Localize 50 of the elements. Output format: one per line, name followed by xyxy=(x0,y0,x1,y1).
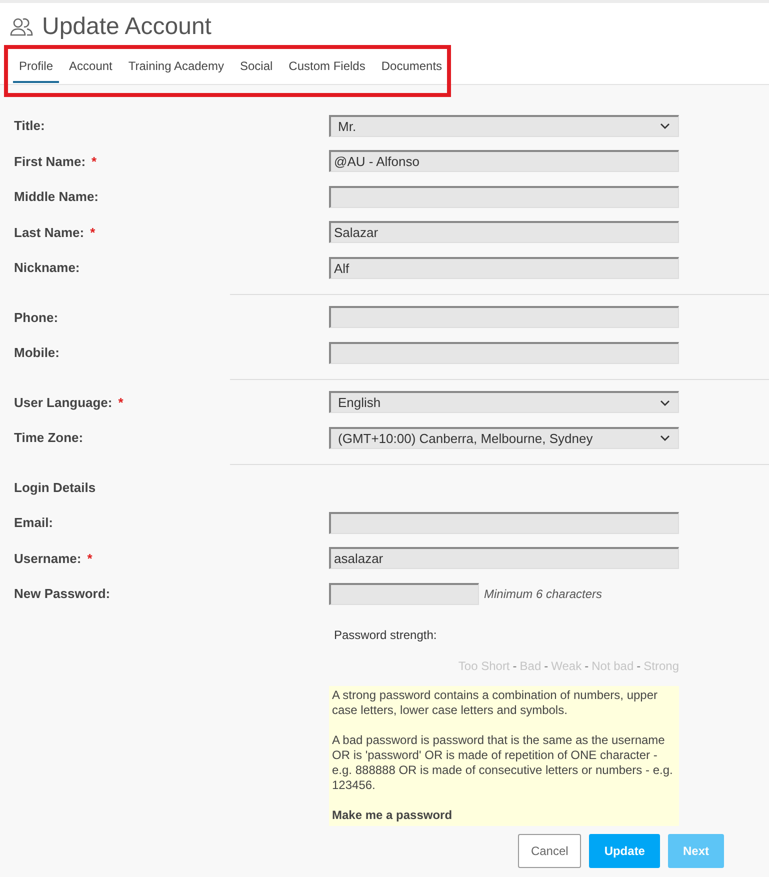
chevron-down-icon xyxy=(660,435,670,442)
users-icon xyxy=(10,17,34,37)
tab[interactable]: Training Academy xyxy=(122,49,230,83)
field-label: Username: xyxy=(14,550,82,566)
info-paragraph: A bad password is password that is the same as the username OR is 'password' OR is made of repetition of ONE character - e.g. 888888 OR is made of consecutive letters or numbers - e.g. 123456. xyxy=(332,732,674,792)
required-mark: * xyxy=(92,154,97,169)
tab[interactable]: Profile xyxy=(13,49,60,83)
strength-label: Password strength: xyxy=(334,628,438,642)
required-mark: * xyxy=(118,394,124,410)
separator-text: - xyxy=(544,658,548,672)
field-label: Middle Name: xyxy=(14,189,99,204)
info-paragraph: A strong password contains a combination of numbers, upper case letters, lower case letters and symbols. xyxy=(332,688,659,718)
required-mark: * xyxy=(90,224,96,240)
input-field[interactable]: Salazar xyxy=(329,221,679,244)
field-label: Nickname: xyxy=(14,260,80,276)
tab[interactable]: Social xyxy=(234,49,279,83)
field-label: Email: xyxy=(14,515,54,530)
hint-text: Minimum 6 characters xyxy=(484,586,602,601)
input-field[interactable]: Alf xyxy=(329,256,679,279)
field-label: Phone: xyxy=(14,310,58,325)
separator-text: - xyxy=(512,658,517,672)
input-field[interactable]: asalazar xyxy=(329,547,679,570)
field-label: Title: xyxy=(14,118,45,134)
field-label: Time Zone: xyxy=(14,430,84,446)
generate-password-link[interactable]: Make me a password xyxy=(332,808,452,822)
separator-text: - xyxy=(584,658,589,672)
field-label: Last Name: xyxy=(14,224,84,240)
field-label: First Name: xyxy=(14,154,86,169)
page-title: Update Account xyxy=(42,13,212,41)
section-heading: Login Details xyxy=(14,480,96,495)
chevron-down-icon xyxy=(660,400,670,406)
input-field[interactable] xyxy=(329,306,679,328)
chevron-down-icon xyxy=(660,123,670,130)
separator-text: - xyxy=(636,658,641,672)
field-label: Mobile: xyxy=(14,345,60,360)
input-field[interactable]: @AU - Alfonso xyxy=(329,150,679,172)
field-label: New Password: xyxy=(14,586,110,602)
tab[interactable]: Account xyxy=(63,49,118,83)
tab[interactable]: Documents xyxy=(375,49,448,83)
cancel-button[interactable]: Cancel xyxy=(518,834,582,868)
field-label: User Language: xyxy=(14,394,112,410)
select-field[interactable]: Mr. xyxy=(329,114,679,137)
input-field[interactable] xyxy=(329,186,679,208)
password-field[interactable] xyxy=(329,582,479,605)
input-field[interactable] xyxy=(329,342,679,364)
select-field[interactable]: English xyxy=(329,391,679,414)
select-field[interactable]: (GMT+10:00) Canberra, Melbourne, Sydney xyxy=(329,426,679,449)
tab[interactable]: Custom Fields xyxy=(282,49,372,83)
input-field[interactable] xyxy=(329,512,679,534)
required-mark: * xyxy=(87,550,92,566)
